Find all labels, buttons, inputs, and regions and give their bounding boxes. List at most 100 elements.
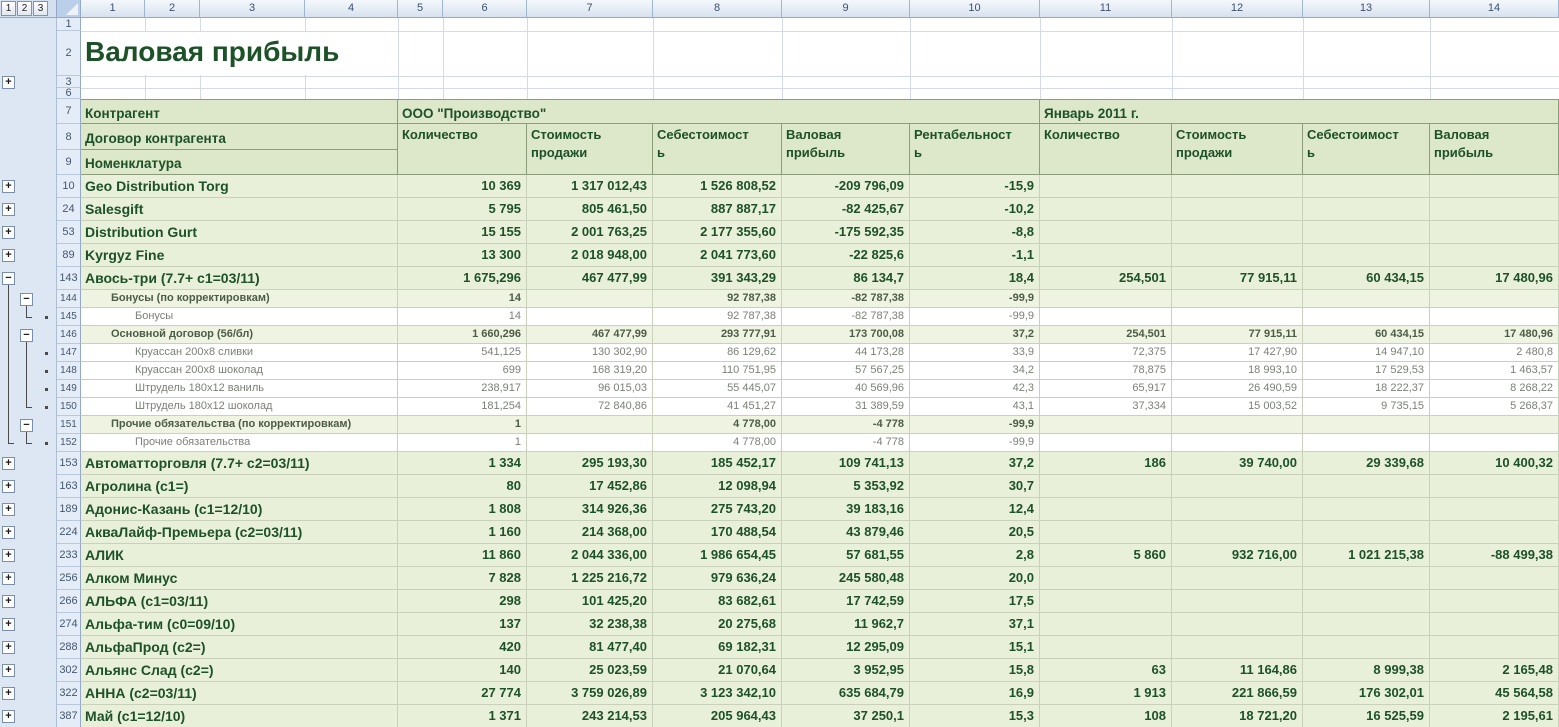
value-cell[interactable]: 17 529,53 — [1303, 362, 1430, 380]
value-cell[interactable]: 12 295,09 — [782, 636, 910, 659]
value-cell[interactable]: -99,9 — [910, 290, 1040, 308]
value-cell[interactable]: 37 250,1 — [782, 705, 910, 727]
value-cell[interactable]: 254,501 — [1040, 267, 1172, 290]
value-cell[interactable]: 243 214,53 — [527, 705, 653, 727]
value-cell[interactable]: 635 684,79 — [782, 682, 910, 705]
header-contractor[interactable]: Контрагент — [81, 99, 398, 124]
value-cell[interactable]: 2 195,61 — [1430, 705, 1559, 727]
value-cell[interactable]: -82 787,38 — [782, 290, 910, 308]
row-header[interactable]: 224 — [57, 521, 81, 544]
value-cell[interactable]: 92 787,38 — [653, 290, 782, 308]
row-header[interactable]: 6 — [57, 88, 81, 99]
value-cell[interactable] — [1172, 613, 1303, 636]
value-cell[interactable]: 110 751,95 — [653, 362, 782, 380]
value-cell[interactable]: 5 795 — [398, 198, 527, 221]
value-cell[interactable]: 186 — [1040, 452, 1172, 475]
value-cell[interactable]: 467 477,99 — [527, 267, 653, 290]
row-label-cell[interactable]: АЛЬФА (с1=03/11) — [81, 590, 398, 613]
column-header[interactable]: 8 — [653, 0, 782, 18]
row-label-cell[interactable]: Salesgift — [81, 198, 398, 221]
value-cell[interactable]: -4 778 — [782, 416, 910, 434]
value-cell[interactable]: 63 — [1040, 659, 1172, 682]
value-cell[interactable]: 17,5 — [910, 590, 1040, 613]
value-cell[interactable]: 17 742,59 — [782, 590, 910, 613]
value-cell[interactable]: -88 499,38 — [1430, 544, 1559, 567]
expand-button[interactable]: + — [2, 526, 15, 539]
value-cell[interactable]: 10 369 — [398, 175, 527, 198]
value-cell[interactable]: 43,1 — [910, 398, 1040, 416]
collapse-button[interactable]: − — [20, 293, 33, 306]
row-header[interactable]: 322 — [57, 682, 81, 705]
value-cell[interactable]: 12 098,94 — [653, 475, 782, 498]
value-cell[interactable] — [1430, 475, 1559, 498]
value-cell[interactable]: 245 580,48 — [782, 567, 910, 590]
value-cell[interactable]: 21 070,64 — [653, 659, 782, 682]
value-cell[interactable]: 295 193,30 — [527, 452, 653, 475]
value-cell[interactable] — [1040, 567, 1172, 590]
row-header[interactable]: 151 — [57, 416, 81, 434]
column-header[interactable]: 13 — [1303, 0, 1430, 18]
value-cell[interactable] — [1303, 636, 1430, 659]
value-cell[interactable] — [1040, 521, 1172, 544]
column-header[interactable]: 12 — [1172, 0, 1303, 18]
value-cell[interactable] — [1040, 636, 1172, 659]
value-cell[interactable]: 9 735,15 — [1303, 398, 1430, 416]
column-header[interactable]: 4 — [305, 0, 398, 18]
outline-level-3-button[interactable]: 3 — [33, 1, 48, 16]
value-cell[interactable]: 1 317 012,43 — [527, 175, 653, 198]
value-cell[interactable]: 78,875 — [1040, 362, 1172, 380]
value-cell[interactable]: -99,9 — [910, 434, 1040, 452]
value-cell[interactable] — [1303, 290, 1430, 308]
value-cell[interactable]: 15 003,52 — [1172, 398, 1303, 416]
value-cell[interactable] — [1172, 498, 1303, 521]
value-cell[interactable]: 92 787,38 — [653, 308, 782, 326]
value-cell[interactable]: 37,1 — [910, 613, 1040, 636]
value-cell[interactable] — [1430, 636, 1559, 659]
value-cell[interactable]: -99,9 — [910, 308, 1040, 326]
value-cell[interactable]: 5 353,92 — [782, 475, 910, 498]
row-label-cell[interactable]: АННА (с2=03/11) — [81, 682, 398, 705]
value-cell[interactable] — [1303, 244, 1430, 267]
value-cell[interactable]: 137 — [398, 613, 527, 636]
value-cell[interactable] — [1303, 613, 1430, 636]
value-cell[interactable]: 1 021 215,38 — [1303, 544, 1430, 567]
value-cell[interactable]: 1 160 — [398, 521, 527, 544]
value-cell[interactable]: 29 339,68 — [1303, 452, 1430, 475]
value-cell[interactable]: 238,917 — [398, 380, 527, 398]
value-cell[interactable] — [1430, 434, 1559, 452]
row-header[interactable]: 153 — [57, 452, 81, 475]
value-cell[interactable]: 314 926,36 — [527, 498, 653, 521]
value-cell[interactable]: 1 371 — [398, 705, 527, 727]
row-label-cell[interactable]: Бонусы — [81, 308, 398, 326]
measure-header[interactable]: Рентабельност ь — [910, 124, 1040, 175]
value-cell[interactable] — [1303, 308, 1430, 326]
row-header[interactable]: 266 — [57, 590, 81, 613]
header-contract[interactable]: Договор контрагента — [81, 124, 398, 150]
row-label-cell[interactable]: Адонис-Казань (с1=12/10) — [81, 498, 398, 521]
value-cell[interactable]: 20,0 — [910, 567, 1040, 590]
value-cell[interactable]: 77 915,11 — [1172, 326, 1303, 344]
value-cell[interactable]: 60 434,15 — [1303, 267, 1430, 290]
value-cell[interactable]: 39 740,00 — [1172, 452, 1303, 475]
value-cell[interactable]: 293 777,91 — [653, 326, 782, 344]
value-cell[interactable] — [1172, 434, 1303, 452]
value-cell[interactable]: -82 787,38 — [782, 308, 910, 326]
value-cell[interactable] — [1040, 434, 1172, 452]
measure-header[interactable]: Количество — [398, 124, 527, 175]
value-cell[interactable] — [1172, 290, 1303, 308]
value-cell[interactable]: 2 001 763,25 — [527, 221, 653, 244]
measure-header[interactable]: Валовая прибыль — [782, 124, 910, 175]
value-cell[interactable]: 1 675,296 — [398, 267, 527, 290]
row-label-cell[interactable]: АльфаПрод (с2=) — [81, 636, 398, 659]
value-cell[interactable] — [1040, 416, 1172, 434]
value-cell[interactable]: 11 962,7 — [782, 613, 910, 636]
value-cell[interactable]: 298 — [398, 590, 527, 613]
value-cell[interactable] — [1040, 613, 1172, 636]
value-cell[interactable]: 17 452,86 — [527, 475, 653, 498]
row-header[interactable]: 146 — [57, 326, 81, 344]
value-cell[interactable] — [1040, 475, 1172, 498]
value-cell[interactable]: 16 525,59 — [1303, 705, 1430, 727]
value-cell[interactable]: 979 636,24 — [653, 567, 782, 590]
value-cell[interactable] — [1303, 434, 1430, 452]
value-cell[interactable]: 10 400,32 — [1430, 452, 1559, 475]
